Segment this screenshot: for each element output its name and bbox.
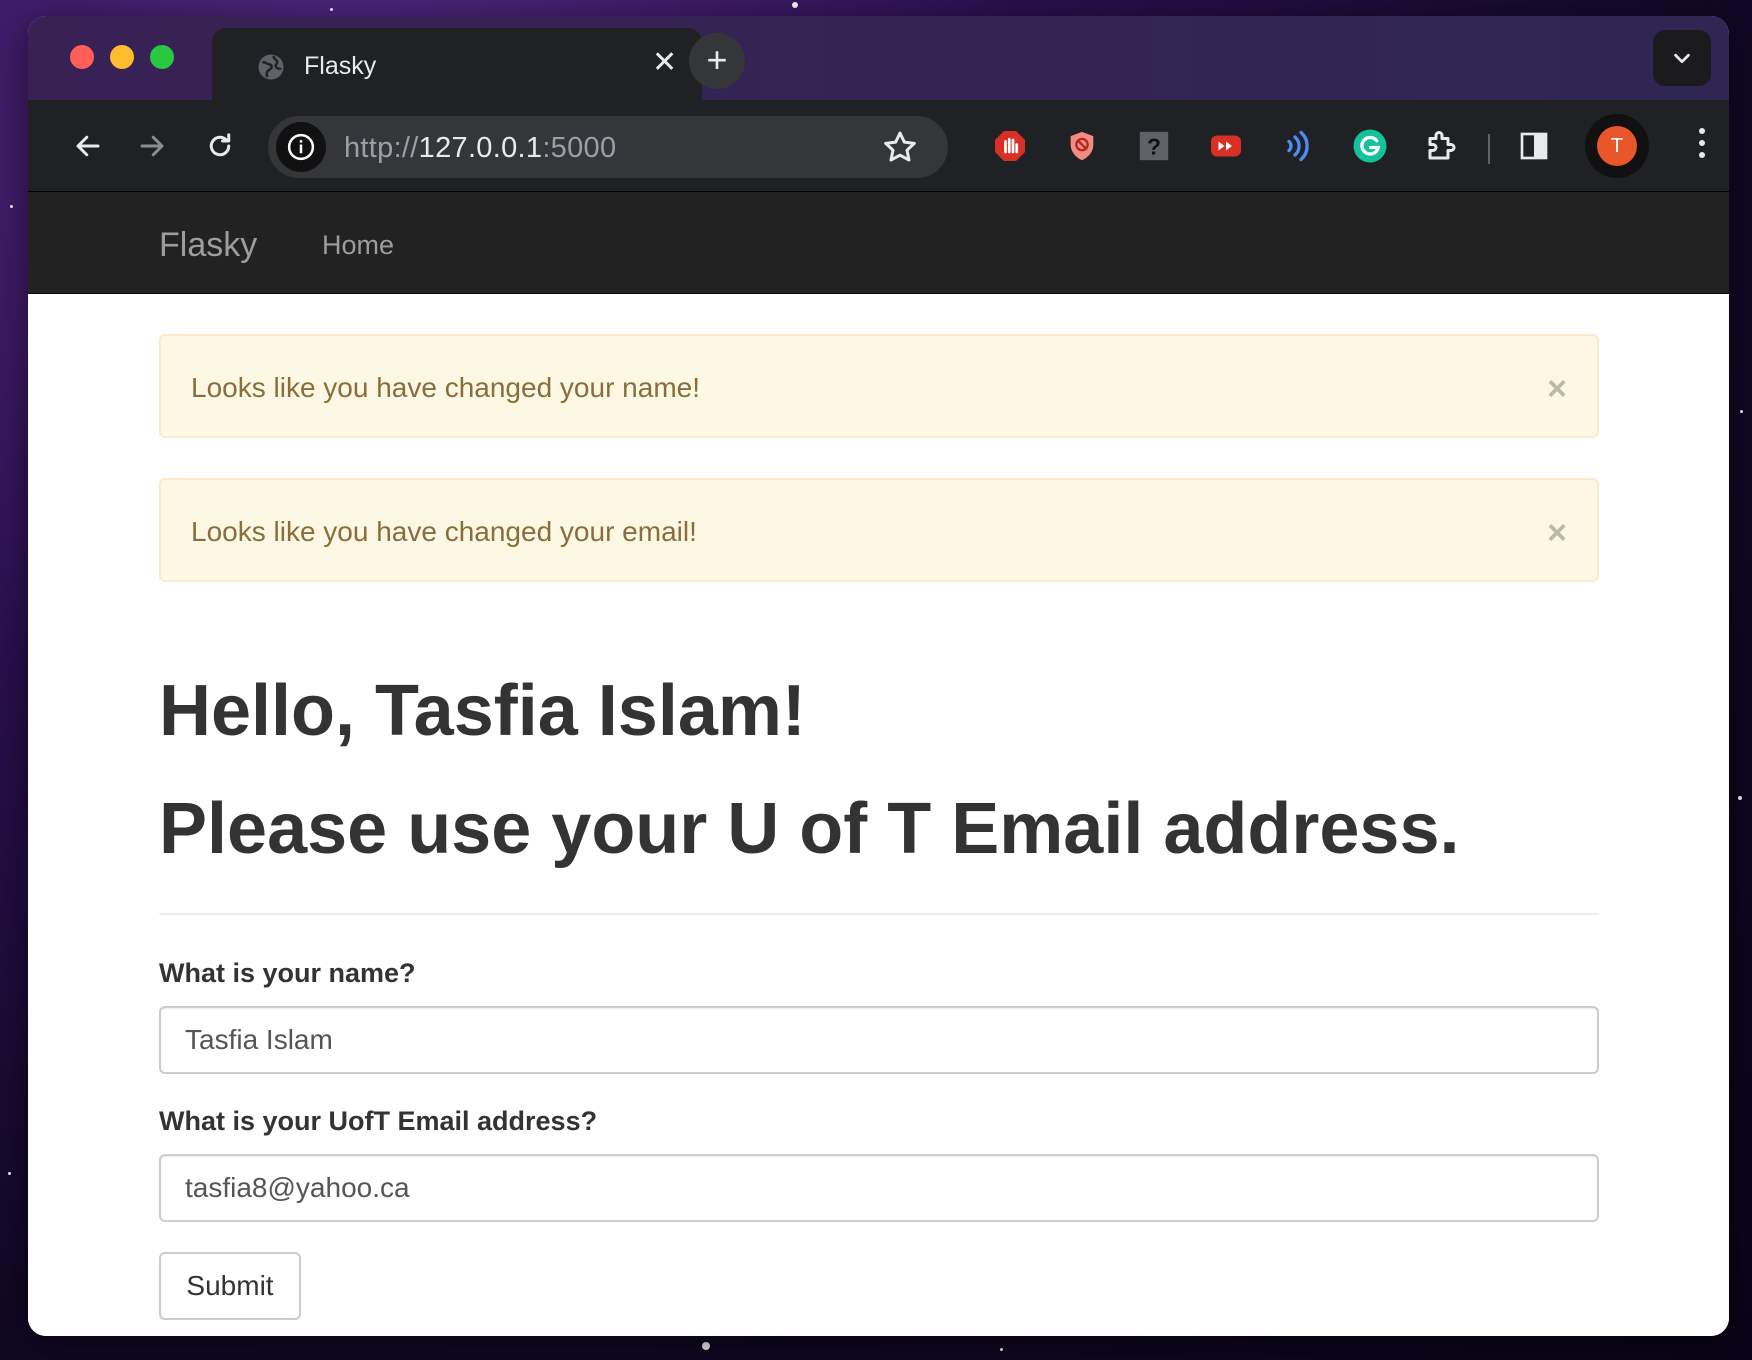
adblock-extension-icon[interactable]: [990, 126, 1030, 166]
background-star: [8, 1172, 11, 1175]
help-extension-icon[interactable]: ?: [1134, 126, 1174, 166]
tab-search-button[interactable]: [1653, 30, 1711, 86]
alert-close-icon[interactable]: ×: [1547, 516, 1567, 550]
chevron-down-icon: [1674, 53, 1690, 64]
greeting-heading: Hello, Tasfia Islam!: [159, 671, 806, 751]
tab-title: Flasky: [304, 52, 377, 80]
new-tab-button[interactable]: +: [689, 33, 745, 89]
browser-window: Flasky ✕ + http://127.0.0.1:5000 ? T Fla…: [28, 16, 1729, 1336]
address-bar[interactable]: http://127.0.0.1:5000: [268, 116, 948, 178]
alert-name-changed: Looks like you have changed your name! ×: [159, 334, 1599, 438]
url-text[interactable]: http://127.0.0.1:5000: [344, 132, 616, 165]
tab-close-icon[interactable]: ✕: [652, 48, 677, 78]
sound-waves-icon: [1287, 130, 1309, 162]
profile-button[interactable]: T: [1585, 114, 1649, 178]
url-port: :5000: [542, 132, 617, 164]
reload-button[interactable]: [196, 122, 244, 170]
svg-text:?: ?: [1147, 134, 1161, 160]
extensions-button[interactable]: [1422, 126, 1462, 166]
reload-icon: [209, 133, 231, 157]
maximize-window-button[interactable]: [150, 45, 174, 69]
alert-message: Looks like you have changed your email!: [191, 516, 697, 547]
alert-close-icon[interactable]: ×: [1547, 372, 1567, 406]
globe-icon: [258, 54, 284, 80]
background-star: [330, 8, 333, 11]
puzzle-icon: [1428, 131, 1456, 160]
page-divider: [159, 913, 1599, 915]
email-instruction-heading: Please use your U of T Email address.: [159, 789, 1460, 869]
url-scheme: http://: [344, 132, 419, 164]
side-panel-button[interactable]: [1514, 126, 1554, 166]
privacy-extension-icon[interactable]: [1062, 126, 1102, 166]
email-label: What is your UofT Email address?: [159, 1106, 598, 1136]
audio-extension-icon[interactable]: [1278, 126, 1318, 166]
video-extension-icon[interactable]: [1206, 126, 1246, 166]
side-panel-icon: [1520, 132, 1548, 160]
background-star: [792, 2, 798, 8]
web-page: Flasky Home Looks like you have changed …: [28, 192, 1729, 1336]
tab-flasky[interactable]: Flasky ✕: [212, 28, 702, 100]
name-label: What is your name?: [159, 958, 416, 988]
submit-button[interactable]: Submit: [159, 1252, 301, 1320]
email-input[interactable]: [159, 1154, 1599, 1222]
avatar: T: [1597, 126, 1637, 166]
arrow-right-icon: [140, 135, 164, 157]
bookmark-star-icon[interactable]: [880, 128, 920, 168]
browser-toolbar: http://127.0.0.1:5000 ? T: [28, 100, 1729, 192]
forward-button[interactable]: [128, 122, 176, 170]
shield-icon: [1070, 131, 1094, 161]
stop-hand-icon: [995, 131, 1025, 161]
back-button[interactable]: [64, 122, 112, 170]
alert-email-changed: Looks like you have changed your email! …: [159, 478, 1599, 582]
url-host: 127.0.0.1: [418, 132, 543, 164]
arrow-left-icon: [76, 135, 100, 157]
background-star: [1738, 796, 1742, 800]
question-icon: ?: [1139, 131, 1169, 161]
grammarly-icon: [1353, 129, 1387, 163]
nav-link-home[interactable]: Home: [322, 230, 394, 261]
alert-message: Looks like you have changed your name!: [191, 372, 700, 403]
toolbar-divider: [1488, 134, 1490, 164]
grammarly-extension-icon[interactable]: [1350, 126, 1390, 166]
minimize-window-button[interactable]: [110, 45, 134, 69]
background-star: [702, 1342, 710, 1350]
background-star: [1000, 1348, 1003, 1351]
site-info-button[interactable]: [276, 122, 326, 172]
info-icon: [287, 133, 315, 161]
background-star: [10, 205, 13, 208]
fast-forward-icon: [1211, 135, 1241, 157]
more-menu-icon[interactable]: [1696, 128, 1708, 168]
tab-strip: Flasky ✕ +: [28, 16, 1729, 100]
background-star: [1740, 410, 1743, 413]
site-navbar: Flasky Home: [28, 192, 1729, 294]
close-window-button[interactable]: [70, 45, 94, 69]
navbar-brand[interactable]: Flasky: [159, 226, 257, 265]
name-input[interactable]: [159, 1006, 1599, 1074]
